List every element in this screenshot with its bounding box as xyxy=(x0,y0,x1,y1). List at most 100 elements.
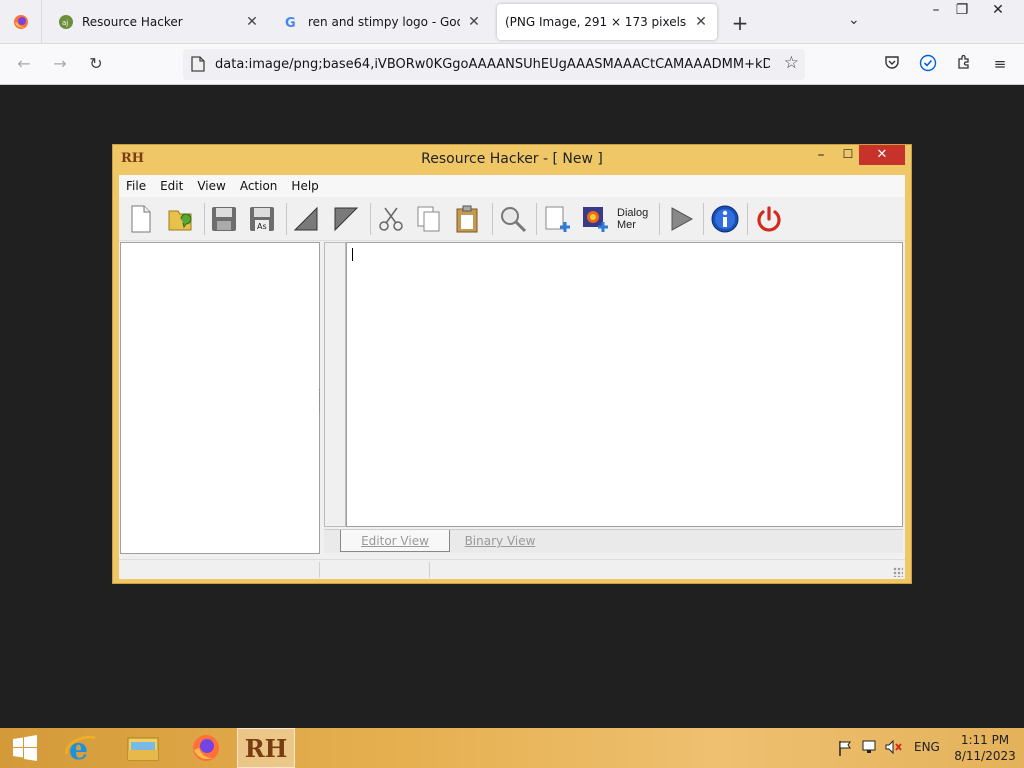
url-text: data:image/png;base64,iVBORw0KGgoAAAANSU… xyxy=(215,57,770,72)
toolbar-separator xyxy=(492,203,493,235)
dialog-menu-label-1: Dialog xyxy=(617,207,649,219)
browser-restore-button[interactable]: ❐ xyxy=(944,0,980,22)
file-explorer-button[interactable] xyxy=(118,728,168,768)
status-separator xyxy=(319,562,320,578)
paste-icon[interactable] xyxy=(451,203,483,235)
firefox-icon xyxy=(193,735,219,761)
system-clock[interactable]: 1:11 PM 8/11/2023 xyxy=(950,732,1020,764)
go-icon[interactable] xyxy=(330,203,362,235)
tab-close-icon[interactable]: ✕ xyxy=(244,14,260,30)
page-icon xyxy=(191,56,205,72)
forward-button[interactable]: → xyxy=(48,53,72,77)
splitter-handle[interactable] xyxy=(319,389,322,413)
windows-logo-icon xyxy=(13,735,37,761)
account-sync-icon[interactable] xyxy=(917,54,939,76)
firefox-taskbar-button[interactable] xyxy=(180,728,232,768)
folder-icon xyxy=(127,737,159,761)
copy-icon[interactable] xyxy=(413,203,445,235)
firefox-menu-button[interactable] xyxy=(0,0,42,44)
list-all-tabs-button[interactable]: ⌄ xyxy=(848,12,860,28)
browser-close-button[interactable]: ✕ xyxy=(980,0,1016,22)
reload-button[interactable]: ↻ xyxy=(84,53,108,77)
rh-favicon-icon: aj xyxy=(59,15,73,29)
toolbar-separator xyxy=(659,203,660,235)
toolbar-separator xyxy=(204,203,205,235)
url-bar[interactable]: data:image/png;base64,iVBORw0KGgoAAAANSU… xyxy=(183,49,805,80)
app-menu-icon[interactable]: ≡ xyxy=(989,54,1011,76)
input-language[interactable]: ENG xyxy=(914,740,940,754)
add-image-resource-icon[interactable] xyxy=(579,203,611,235)
rh-toolbar: As Dialog Mer xyxy=(119,197,905,241)
tab-title: ren and stimpy logo - Google S xyxy=(308,15,460,29)
power-exit-icon[interactable] xyxy=(753,203,785,235)
resize-grip-icon[interactable] xyxy=(893,567,903,577)
script-editor[interactable] xyxy=(346,242,903,527)
menu-file[interactable]: File xyxy=(119,179,153,193)
firefox-icon xyxy=(13,15,28,29)
toolbar-separator xyxy=(286,203,287,235)
internet-explorer-button[interactable]: e xyxy=(56,728,106,768)
tab-png-image[interactable]: (PNG Image, 291 × 173 pixels) ✕ xyxy=(497,4,717,40)
menu-edit[interactable]: Edit xyxy=(153,179,190,193)
menu-help[interactable]: Help xyxy=(284,179,325,193)
open-folder-icon[interactable] xyxy=(165,203,197,235)
action-center-flag-icon[interactable] xyxy=(838,740,852,759)
rh-taskbar-icon: RH xyxy=(244,733,288,763)
view-tabs: Editor View Binary View xyxy=(324,529,903,553)
svg-text:As: As xyxy=(257,222,267,231)
toolbar-separator xyxy=(536,203,537,235)
tab-close-icon[interactable]: ✕ xyxy=(693,14,709,30)
clock-date: 8/11/2023 xyxy=(954,749,1016,763)
rh-titlebar[interactable]: RH Resource Hacker - [ New ] – ☐ ✕ xyxy=(113,145,911,175)
save-as-icon[interactable]: As xyxy=(246,203,278,235)
menu-action[interactable]: Action xyxy=(233,179,285,193)
cut-icon[interactable] xyxy=(375,203,407,235)
tab-google-search[interactable]: G ren and stimpy logo - Google S ✕ xyxy=(276,0,490,44)
info-icon[interactable] xyxy=(709,203,741,235)
rh-minimize-button[interactable]: – xyxy=(811,147,831,163)
text-caret xyxy=(352,248,353,261)
start-button[interactable] xyxy=(2,728,48,768)
network-icon[interactable] xyxy=(862,740,878,757)
save-icon[interactable] xyxy=(208,203,240,235)
rh-menubar: File Edit View Action Help xyxy=(119,175,905,197)
resource-tree-panel[interactable] xyxy=(120,242,320,554)
resource-hacker-taskbar-button[interactable]: RH xyxy=(237,728,295,768)
rh-close-button[interactable]: ✕ xyxy=(859,145,905,165)
add-blank-resource-icon[interactable] xyxy=(541,203,573,235)
pocket-icon[interactable] xyxy=(881,54,903,76)
google-icon: G xyxy=(285,16,296,30)
tab-title: Resource Hacker xyxy=(82,15,183,29)
rh-body: Editor View Binary View xyxy=(119,241,905,559)
rh-window-title: Resource Hacker - [ New ] xyxy=(421,151,603,167)
taskbar: e RH ENG 1:11 PM 8/11/2023 xyxy=(0,728,1024,768)
back-button[interactable]: ← xyxy=(12,53,36,77)
resource-hacker-window: RH Resource Hacker - [ New ] – ☐ ✕ File … xyxy=(112,144,912,584)
compile-icon[interactable] xyxy=(290,203,322,235)
new-file-icon[interactable] xyxy=(125,203,157,235)
svg-text:G: G xyxy=(285,16,296,30)
clock-time: 1:11 PM xyxy=(960,733,1010,747)
browser-navbar: ← → ↻ data:image/png;base64,iVBORw0KGgoA… xyxy=(0,44,1024,85)
run-script-icon[interactable] xyxy=(665,203,697,235)
toolbar-separator xyxy=(703,203,704,235)
browser-tabstrip: aj Resource Hacker ✕ G ren and stimpy lo… xyxy=(0,0,1024,44)
tab-binary-view[interactable]: Binary View xyxy=(450,530,550,552)
tab-editor-view[interactable]: Editor View xyxy=(340,530,450,552)
svg-text:aj: aj xyxy=(62,19,68,27)
menu-view[interactable]: View xyxy=(190,179,232,193)
toolbar-separator xyxy=(370,203,371,235)
rh-maximize-button[interactable]: ☐ xyxy=(838,147,858,161)
tab-close-icon[interactable]: ✕ xyxy=(466,14,482,30)
extensions-icon[interactable] xyxy=(953,54,975,76)
line-number-gutter xyxy=(324,242,346,527)
rh-statusbar xyxy=(119,559,905,579)
find-icon[interactable] xyxy=(497,203,529,235)
tab-title: (PNG Image, 291 × 173 pixels) xyxy=(505,15,687,29)
dialog-menu-icon[interactable]: Dialog Mer xyxy=(617,203,653,235)
bookmark-star-icon[interactable]: ☆ xyxy=(784,53,799,73)
status-separator xyxy=(429,562,430,578)
tab-resource-hacker[interactable]: aj Resource Hacker ✕ xyxy=(50,0,268,44)
new-tab-button[interactable]: + xyxy=(728,11,752,35)
volume-muted-icon[interactable] xyxy=(885,739,903,757)
